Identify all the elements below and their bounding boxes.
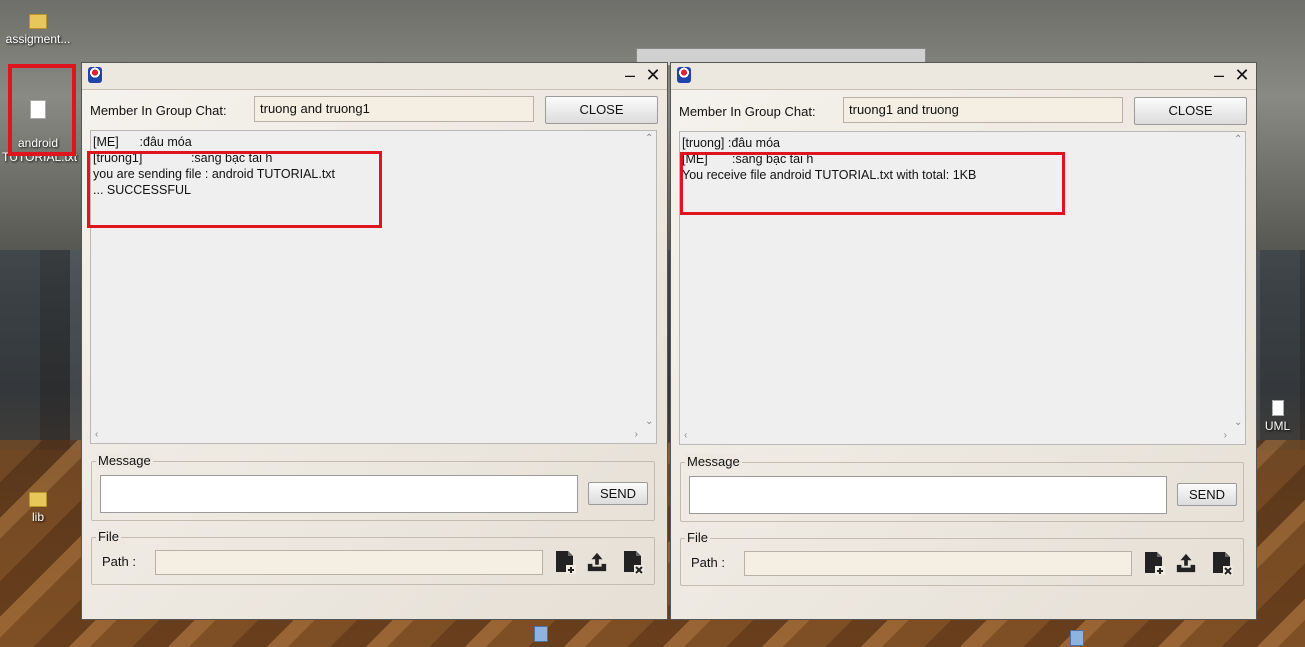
highlight-box-receive-status (680, 152, 1065, 215)
scroll-left-icon[interactable]: ‹ (95, 429, 98, 440)
minimize-button[interactable]: – (620, 65, 640, 85)
window-titlebar: – ✕ (671, 63, 1256, 90)
message-group: Message SEND (680, 454, 1244, 522)
folder-icon (29, 14, 47, 29)
message-group: Message SEND (91, 453, 655, 521)
desktop-icon-lib[interactable]: lib (2, 492, 74, 524)
java-app-icon (677, 67, 691, 83)
message-input[interactable] (100, 475, 578, 513)
file-group: File Path : (680, 530, 1244, 586)
message-input[interactable] (689, 476, 1167, 514)
close-button[interactable]: CLOSE (545, 96, 658, 124)
scroll-up-icon[interactable]: ⌃ (1234, 134, 1242, 145)
vertical-scrollbar[interactable]: ⌃ ⌄ (642, 131, 656, 429)
scroll-up-icon[interactable]: ⌃ (645, 133, 653, 144)
scroll-down-icon[interactable]: ⌄ (645, 416, 653, 427)
chat-window-left: – ✕ Member In Group Chat: truong and tru… (81, 62, 668, 620)
upload-icon[interactable] (1175, 551, 1197, 575)
send-button[interactable]: SEND (588, 482, 648, 505)
network-icon[interactable] (1070, 630, 1084, 646)
file-group-title: File (96, 529, 121, 544)
minimize-button[interactable]: – (1209, 65, 1229, 85)
folder-icon (29, 492, 47, 507)
close-button[interactable]: CLOSE (1134, 97, 1247, 125)
path-field[interactable] (155, 550, 543, 575)
java-app-icon (88, 67, 102, 83)
remove-file-icon[interactable] (622, 550, 644, 574)
recycle-bin-icon[interactable] (534, 626, 548, 642)
add-file-icon[interactable] (1143, 551, 1165, 575)
scroll-right-icon[interactable]: › (1224, 430, 1227, 441)
chat-window-right: – ✕ Member In Group Chat: truong1 and tr… (670, 62, 1257, 620)
close-window-button[interactable]: ✕ (643, 65, 663, 85)
scroll-down-icon[interactable]: ⌄ (1234, 417, 1242, 428)
scroll-left-icon[interactable]: ‹ (684, 430, 687, 441)
members-label: Member In Group Chat: (90, 103, 227, 118)
horizontal-scrollbar[interactable]: ‹ › (91, 429, 642, 443)
message-group-title: Message (685, 454, 742, 469)
chat-line: [ME] :đâu móa (93, 135, 192, 149)
path-field[interactable] (744, 551, 1132, 576)
window-titlebar: – ✕ (82, 63, 667, 90)
path-label: Path : (691, 555, 725, 570)
add-file-icon[interactable] (554, 550, 576, 574)
close-window-button[interactable]: ✕ (1232, 65, 1252, 85)
send-button[interactable]: SEND (1177, 483, 1237, 506)
desktop-icon-label: assigment... (5, 32, 71, 46)
remove-file-icon[interactable] (1211, 551, 1233, 575)
message-group-title: Message (96, 453, 153, 468)
vertical-scrollbar[interactable]: ⌃ ⌄ (1231, 132, 1245, 430)
upload-icon[interactable] (586, 550, 608, 574)
members-field: truong1 and truong (843, 97, 1123, 123)
horizontal-scrollbar[interactable]: ‹ › (680, 430, 1231, 444)
desktop-icon-assigment[interactable]: assigment... (2, 14, 74, 46)
file-group: File Path : (91, 529, 655, 585)
members-label: Member In Group Chat: (679, 104, 816, 119)
path-label: Path : (102, 554, 136, 569)
scroll-right-icon[interactable]: › (635, 429, 638, 440)
uml-file-icon (1271, 400, 1284, 416)
members-field: truong and truong1 (254, 96, 534, 122)
desktop-icon-uml[interactable]: UML (1250, 400, 1305, 433)
chat-line: [truong] :đâu móa (682, 136, 780, 150)
desktop-icon-label: UML (1264, 419, 1291, 433)
highlight-box-send-status (87, 151, 382, 228)
highlight-box-desktop-file (8, 64, 76, 156)
file-group-title: File (685, 530, 710, 545)
desktop-icon-label: lib (31, 510, 44, 524)
